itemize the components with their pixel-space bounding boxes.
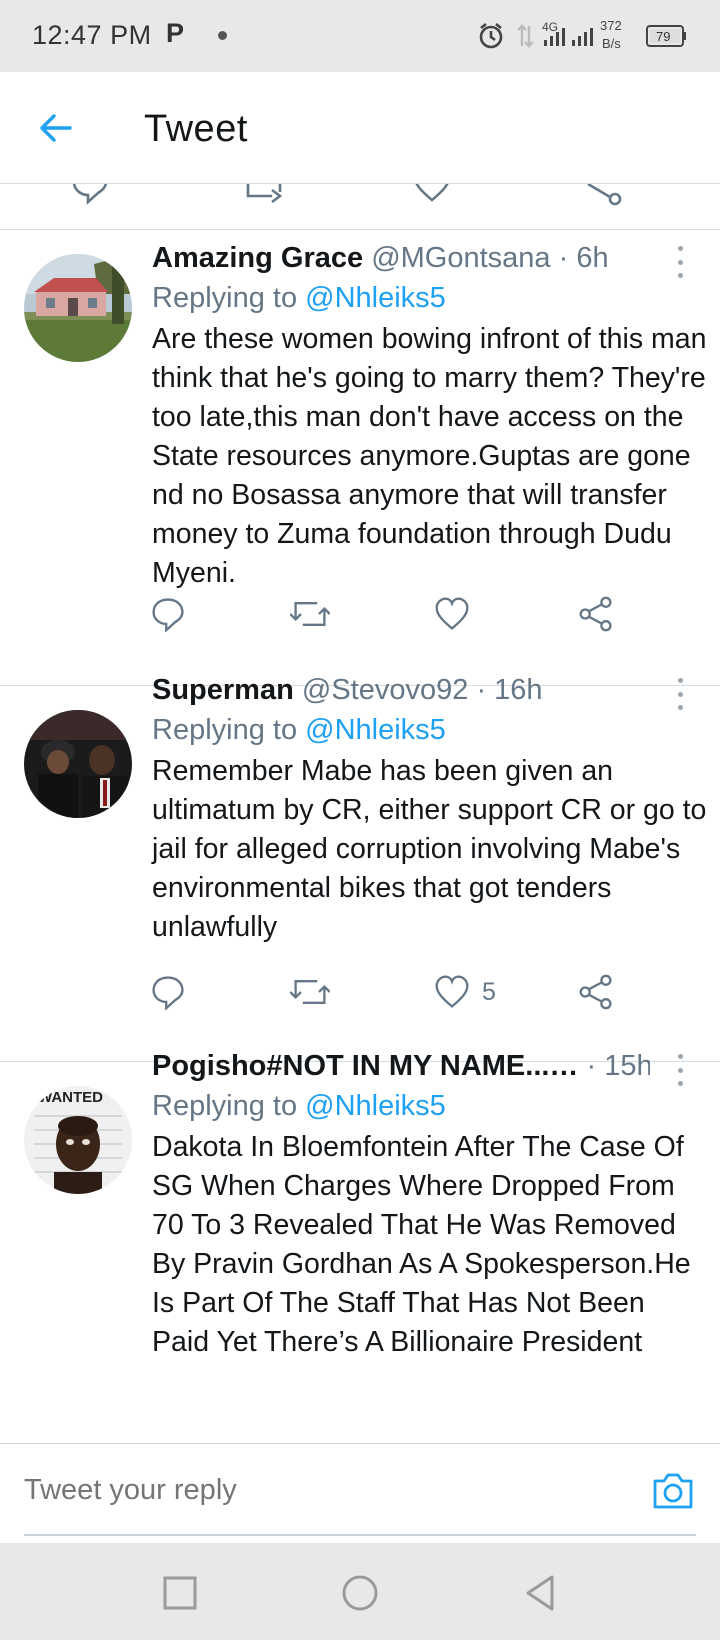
net-speed-unit: B/s (602, 36, 621, 51)
tweet-header: Amazing Grace @MGontsana · 6h (152, 242, 650, 275)
reply-button[interactable] (150, 592, 186, 636)
status-bar: 12:47 PM P 4G 372 B/s 79 (0, 0, 720, 72)
reply-composer (0, 1443, 720, 1543)
retweet-icon (290, 602, 330, 626)
square-icon (163, 1576, 197, 1610)
avatar-house-image (24, 254, 132, 362)
tweet-time: 6h (576, 242, 609, 274)
user-handle[interactable]: @Stevovo92 (302, 674, 468, 706)
share-icon (579, 974, 612, 1010)
back-arrow-icon (40, 114, 72, 142)
like-icon (435, 597, 469, 630)
share-button[interactable] (578, 592, 614, 636)
avatar-people-image (24, 710, 132, 818)
replying-label: Replying to (152, 1090, 298, 1122)
share-icon (579, 596, 612, 632)
circle-icon (342, 1575, 378, 1611)
camera-icon (653, 1473, 693, 1509)
avatar-caption: WANTED (38, 1089, 103, 1106)
mention-link[interactable]: @Nhleiks5 (305, 282, 446, 314)
separator: · (476, 674, 487, 706)
reply-icon[interactable] (70, 184, 110, 208)
replying-label: Replying to (152, 714, 298, 746)
carrier-p-icon: P (166, 18, 185, 48)
back-nav-button[interactable] (512, 1565, 568, 1621)
retweet-button[interactable] (290, 970, 330, 1014)
more-options-button[interactable] (668, 674, 692, 714)
like-icon (435, 975, 469, 1008)
previous-tweet-actions (0, 184, 720, 230)
retweet-button[interactable] (290, 592, 330, 636)
mention-link[interactable]: @Nhleiks5 (305, 714, 446, 746)
battery-icon: 79 (646, 25, 686, 47)
reply-icon (152, 598, 184, 632)
tweet-item[interactable]: Amazing Grace @MGontsana · 6h Replying t… (0, 230, 720, 686)
reply-icon (152, 976, 184, 1010)
replying-label: Replying to (152, 282, 298, 314)
tweet-item[interactable]: WANTED Pogisho#NOT IN MY NAME...… · 15h … (0, 1050, 720, 1443)
battery-level: 79 (656, 29, 670, 44)
net-speed-value: 372 (600, 18, 622, 33)
like-icon[interactable] (412, 184, 452, 208)
avatar-wanted-image: WANTED (24, 1086, 132, 1194)
replying-to: Replying to @Nhleiks5 (152, 714, 446, 747)
separator: · (558, 242, 569, 274)
camera-button[interactable] (648, 1466, 698, 1516)
top-app-bar: Tweet (0, 72, 720, 184)
tweet-header: Superman @Stevovo92 · 16h (152, 674, 650, 707)
display-name[interactable]: Superman (152, 674, 294, 706)
reply-underline (24, 1534, 696, 1536)
triangle-back-icon (526, 1575, 554, 1611)
reply-input[interactable] (24, 1474, 584, 1507)
recents-button[interactable] (152, 1565, 208, 1621)
like-count: 5 (482, 977, 496, 1006)
display-name[interactable]: Amazing Grace (152, 242, 363, 274)
replying-to: Replying to @Nhleiks5 (152, 1090, 446, 1123)
retweet-icon[interactable] (244, 184, 288, 208)
replying-to: Replying to @Nhleiks5 (152, 282, 446, 315)
tweet-text: Dakota In Bloemfontein After The Case Of… (152, 1131, 691, 1358)
like-button[interactable]: 5 (434, 970, 496, 1014)
avatar[interactable] (24, 710, 132, 818)
tweet-item[interactable]: Superman @Stevovo92 · 16h Replying to @N… (0, 674, 720, 1062)
retweet-icon (290, 980, 330, 1004)
status-icons: 4G 372 B/s 79 (460, 0, 720, 72)
tweet-time: 16h (494, 674, 543, 706)
mention-link[interactable]: @Nhleiks5 (305, 1090, 446, 1122)
tweet-header: Pogisho#NOT IN MY NAME...… · 15h (152, 1050, 650, 1083)
reply-button[interactable] (150, 970, 186, 1014)
tweet-text: Remember Mabe has been given an ultimatu… (152, 755, 707, 943)
user-handle[interactable]: @MGontsana (371, 242, 550, 274)
tweet-actions: 5 (150, 970, 630, 1014)
avatar[interactable] (24, 254, 132, 362)
avatar[interactable]: WANTED (24, 1086, 132, 1194)
tweet-time: 15h (604, 1050, 650, 1082)
separator: · (586, 1050, 597, 1082)
notification-dot-icon (218, 31, 227, 40)
tweet-actions (150, 592, 630, 636)
signal-icon-2 (572, 28, 593, 46)
system-navigation-bar (0, 1543, 720, 1640)
share-button[interactable] (578, 970, 614, 1014)
page-title: Tweet (144, 108, 248, 150)
network-type: 4G (542, 20, 558, 34)
display-name[interactable]: Pogisho#NOT IN MY NAME...… (152, 1050, 578, 1082)
share-icon[interactable] (582, 184, 622, 208)
alarm-icon (479, 22, 503, 49)
status-time: 12:47 PM (32, 20, 152, 50)
like-button[interactable] (434, 592, 470, 636)
data-transfer-icon (517, 24, 534, 48)
more-options-button[interactable] (668, 242, 692, 282)
home-button[interactable] (332, 1565, 388, 1621)
tweet-text: Are these women bowing infront of this m… (152, 323, 707, 589)
more-options-button[interactable] (668, 1050, 692, 1090)
back-button[interactable] (30, 102, 82, 154)
